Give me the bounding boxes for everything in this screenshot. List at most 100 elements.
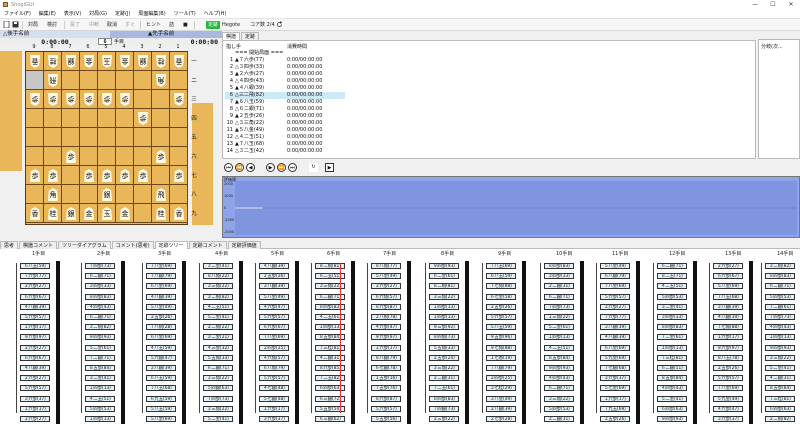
board-square[interactable]: 歩 (44, 166, 62, 185)
tree-node[interactable]: １六歩(17) (259, 405, 289, 412)
tree-node[interactable]: ５六歩(57) (20, 314, 50, 320)
tree-node[interactable]: ２二銀(31) (544, 283, 574, 290)
tree-node[interactable]: ９四歩(93) (544, 365, 574, 371)
tree-node[interactable]: ５六歩(57) (713, 375, 743, 382)
tree-node[interactable]: ５二金(61) (544, 324, 574, 331)
tree-node[interactable]: ２八銀(39) (486, 405, 516, 412)
board-square[interactable]: 金 (80, 52, 98, 71)
tree-node[interactable]: ３四歩(33) (657, 314, 687, 320)
maximize-button[interactable]: ☐ (764, 0, 782, 10)
tree-node[interactable]: ８五歩(84) (657, 375, 687, 382)
board-square[interactable] (80, 147, 98, 166)
board-square[interactable]: 歩 (62, 147, 80, 166)
board-square[interactable] (116, 71, 134, 90)
shogi-piece[interactable]: 飛 (48, 74, 58, 87)
tree-node[interactable]: ６四歩(63) (657, 405, 687, 412)
board-square[interactable] (26, 128, 44, 147)
tree-node[interactable]: ２六歩(27) (600, 303, 630, 310)
rotate-board-icon[interactable]: ↻ (309, 163, 318, 172)
tree-node[interactable]: ２七歩(28) (486, 416, 516, 422)
board-square[interactable]: 金 (116, 204, 134, 223)
tree-node[interactable]: ５八玉(59) (486, 324, 516, 331)
tree-node[interactable]: ４八銀(39) (713, 314, 743, 320)
tree-node[interactable]: ２六歩(27) (20, 283, 50, 290)
joseki-tree[interactable]: 1手目 2手目 3手目 4手目 5手目 6手目 7手目 8手目 9手目 10手目 11手目 12手目 1… (0, 249, 800, 424)
tree-node[interactable]: ７七角(88) (713, 324, 743, 331)
tree-node[interactable]: ４二玉(51) (544, 344, 574, 351)
shogi-piece[interactable]: 金 (84, 55, 94, 68)
board-square[interactable]: 玉 (98, 52, 116, 71)
shogi-piece[interactable]: 香 (174, 207, 184, 220)
shogi-piece[interactable]: 歩 (84, 93, 94, 106)
kifu-row[interactable]: 3 ▲２六歩(27) 0:00/00:00:00 (225, 71, 345, 78)
tree-node[interactable]: ９四歩(93) (85, 334, 115, 341)
tree-node[interactable]: １六歩(17) (20, 405, 50, 412)
tree-node[interactable]: ５八金(49) (146, 303, 176, 310)
tree-node[interactable]: ８六歩(87) (371, 395, 401, 402)
board-square[interactable]: 歩 (62, 90, 80, 109)
tree-node[interactable]: ６七銀(78) (371, 365, 401, 371)
board-square[interactable]: 香 (170, 204, 188, 223)
tree-node[interactable]: ６二銀(71) (657, 263, 687, 269)
shogi-piece[interactable]: 玉 (102, 207, 112, 220)
tree-node[interactable]: ５八金(49) (371, 273, 401, 280)
tree-node[interactable]: ４八玉(59) (146, 344, 176, 351)
tree-node[interactable]: ４四歩(43) (85, 303, 115, 310)
tree-node[interactable]: ６二銀(71) (544, 385, 574, 392)
last-move-icon[interactable]: ⏭ (288, 163, 297, 172)
board-square[interactable] (62, 185, 80, 204)
tree-node[interactable]: ６八玉(59) (20, 263, 50, 269)
tree-node[interactable]: ８四歩(83) (544, 263, 574, 269)
tree-node[interactable]: ８五歩(84) (544, 354, 574, 361)
tree-node[interactable]: １四歩(13) (657, 344, 687, 351)
menu-item-5[interactable]: 局面編集(B) (134, 10, 169, 19)
tree-node[interactable]: １四歩(13) (429, 303, 459, 310)
tree-node[interactable]: ３八銀(39) (713, 303, 743, 310)
tree-node[interactable]: ４八銀(39) (20, 303, 50, 310)
tree-node[interactable]: １四歩(13) (429, 314, 459, 320)
tree-node[interactable]: ３六歩(37) (713, 416, 743, 422)
shogi-piece[interactable]: 歩 (102, 93, 112, 106)
tree-node[interactable]: ５六銀(47) (146, 354, 176, 361)
tree-node[interactable]: ２三歩(22) (429, 416, 459, 422)
tree-node[interactable]: ４二玉(51) (85, 395, 115, 402)
board-square[interactable]: 歩 (134, 166, 152, 185)
tree-node[interactable]: ２二角(22) (203, 324, 233, 331)
tree-node[interactable]: ５四歩(53) (657, 293, 687, 300)
tree-node[interactable]: ７八玉(68) (713, 293, 743, 300)
tree-node[interactable]: ４六歩(47) (259, 303, 289, 310)
move-now-button[interactable]: すぐ (123, 21, 137, 29)
bottom-tab[interactable]: ツリーダイアグラム (58, 241, 111, 249)
tree-node[interactable]: ４八銀(39) (259, 263, 289, 269)
tree-node[interactable]: ６九玉(59) (146, 395, 176, 402)
tree-node[interactable]: ８二玉(71) (657, 273, 687, 280)
board-square[interactable]: 歩 (44, 90, 62, 109)
tree-node[interactable]: ３二飛(82) (85, 324, 115, 331)
tree-node[interactable]: ２四歩(25) (259, 344, 289, 351)
tree-node[interactable]: ８八角(22) (203, 273, 233, 280)
board-square[interactable] (80, 109, 98, 128)
tree-node[interactable]: ５六歩(57) (20, 385, 50, 392)
shogi-piece[interactable]: 銀 (66, 55, 76, 68)
tree-node[interactable]: ８八玉(78) (713, 354, 743, 361)
board-square[interactable]: 金 (116, 52, 134, 71)
board-square[interactable] (170, 185, 188, 204)
tree-node[interactable]: ６八玉(59) (146, 375, 176, 382)
board-square[interactable] (98, 71, 116, 90)
tree-node[interactable]: ６六歩(67) (259, 324, 289, 331)
tree-node[interactable]: １四歩(13) (85, 416, 115, 422)
tree-node[interactable]: ５二金(41) (203, 314, 233, 320)
tab-kifu[interactable]: 棋譜 (222, 32, 241, 40)
tree-node[interactable]: ７四銀(73) (429, 405, 459, 412)
board-square[interactable] (152, 128, 170, 147)
tree-node[interactable]: ６八金(69) (146, 334, 176, 341)
board-square[interactable] (116, 185, 134, 204)
mate-button[interactable]: 詰 (167, 21, 176, 29)
tree-node[interactable]: ３三角(22) (203, 375, 233, 382)
shogi-piece[interactable]: 歩 (30, 169, 40, 182)
tree-node[interactable]: ７八金(69) (713, 385, 743, 392)
tree-node[interactable]: ３八銀(39) (146, 365, 176, 371)
shogi-piece[interactable]: 角 (156, 74, 166, 87)
back-one-icon[interactable]: ◀ (246, 163, 255, 172)
forward-ten-icon[interactable]: ⏩ (277, 163, 286, 172)
